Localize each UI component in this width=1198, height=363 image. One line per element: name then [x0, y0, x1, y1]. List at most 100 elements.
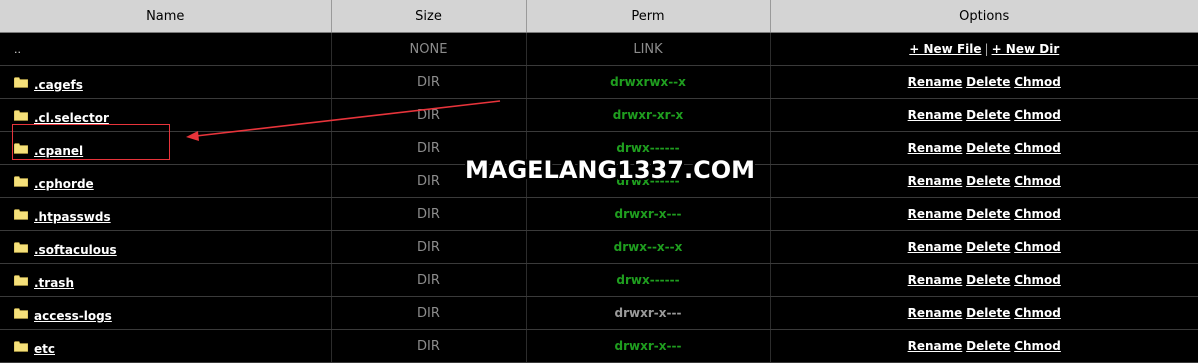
- perm-value[interactable]: drwxrwx--x: [610, 75, 686, 89]
- file-name-link[interactable]: access-logs: [34, 309, 112, 323]
- parent-dir-row: .. NONE LINK + New File | + New Dir: [0, 32, 1198, 66]
- options-cell: Rename Delete Chmod: [770, 131, 1198, 165]
- delete-link[interactable]: Delete: [966, 108, 1010, 122]
- rename-link[interactable]: Rename: [908, 174, 963, 188]
- table-row: .htpasswds DIR drwxr-x--- Rename Delete Chm…: [0, 197, 1198, 231]
- name-cell: .cagefs: [0, 65, 332, 99]
- folder-icon: [13, 275, 29, 286]
- file-name-link[interactable]: .cpanel: [34, 144, 83, 158]
- header-options: Options: [770, 0, 1198, 33]
- chmod-link[interactable]: Chmod: [1014, 108, 1061, 122]
- options-cell: Rename Delete Chmod: [770, 329, 1198, 363]
- file-name-link[interactable]: .trash: [34, 276, 74, 290]
- perm-value[interactable]: drwxr-x---: [615, 207, 682, 221]
- perm-value[interactable]: drwx--x--x: [614, 240, 683, 254]
- header-name[interactable]: Name: [0, 0, 332, 33]
- delete-link[interactable]: Delete: [966, 273, 1010, 287]
- name-cell: .htpasswds: [0, 197, 332, 231]
- options-cell: Rename Delete Chmod: [770, 197, 1198, 231]
- perm-value[interactable]: drwxr-x---: [615, 339, 682, 353]
- options-cell: Rename Delete Chmod: [770, 98, 1198, 132]
- chmod-link[interactable]: Chmod: [1014, 75, 1061, 89]
- name-cell: etc: [0, 329, 332, 363]
- rename-link[interactable]: Rename: [908, 108, 963, 122]
- delete-link[interactable]: Delete: [966, 240, 1010, 254]
- folder-icon: [13, 176, 29, 187]
- perm-cell: drwxr-x---: [526, 329, 771, 363]
- chmod-link[interactable]: Chmod: [1014, 174, 1061, 188]
- perm-value[interactable]: drwx------: [616, 141, 679, 155]
- table-header-row: Name Size Perm Options: [0, 0, 1198, 33]
- folder-icon: [13, 110, 29, 121]
- size-cell: DIR: [331, 98, 527, 132]
- rename-link[interactable]: Rename: [908, 273, 963, 287]
- file-name-link[interactable]: etc: [34, 342, 55, 356]
- delete-link[interactable]: Delete: [966, 207, 1010, 221]
- options-cell: Rename Delete Chmod: [770, 65, 1198, 99]
- options-cell: Rename Delete Chmod: [770, 263, 1198, 297]
- rename-link[interactable]: Rename: [908, 306, 963, 320]
- chmod-link[interactable]: Chmod: [1014, 306, 1061, 320]
- rename-link[interactable]: Rename: [908, 141, 963, 155]
- name-cell: .cl.selector: [0, 98, 332, 132]
- delete-link[interactable]: Delete: [966, 339, 1010, 353]
- size-cell: DIR: [331, 197, 527, 231]
- folder-icon: [13, 308, 29, 319]
- delete-link[interactable]: Delete: [966, 75, 1010, 89]
- name-cell: .cphorde: [0, 164, 332, 198]
- options-cell: Rename Delete Chmod: [770, 296, 1198, 330]
- header-perm[interactable]: Perm: [526, 0, 771, 33]
- table-row: access-logs DIR drwxr-x--- Rename Delete Ch…: [0, 296, 1198, 330]
- perm-cell: drwx--x--x: [526, 230, 771, 264]
- size-cell: DIR: [331, 263, 527, 297]
- delete-link[interactable]: Delete: [966, 174, 1010, 188]
- name-cell: .cpanel: [0, 131, 332, 165]
- folder-icon: [13, 341, 29, 352]
- chmod-link[interactable]: Chmod: [1014, 273, 1061, 287]
- rename-link[interactable]: Rename: [908, 75, 963, 89]
- rename-link[interactable]: Rename: [908, 207, 963, 221]
- perm-value[interactable]: drwx------: [616, 273, 679, 287]
- perm-value[interactable]: drwxr-x---: [615, 306, 682, 320]
- chmod-link[interactable]: Chmod: [1014, 141, 1061, 155]
- parent-dir-cell[interactable]: ..: [0, 32, 332, 66]
- perm-cell: LINK: [526, 32, 771, 66]
- perm-cell: drwxr-xr-x: [526, 98, 771, 132]
- table-row: .trash DIR drwx------ Rename Delete Chmod: [0, 263, 1198, 297]
- folder-icon: [13, 143, 29, 154]
- header-size[interactable]: Size: [331, 0, 527, 33]
- chmod-link[interactable]: Chmod: [1014, 240, 1061, 254]
- perm-value[interactable]: drwxr-xr-x: [613, 108, 684, 122]
- size-cell: DIR: [331, 65, 527, 99]
- size-cell: DIR: [331, 329, 527, 363]
- perm-cell: drwxr-x---: [526, 296, 771, 330]
- size-cell: NONE: [331, 32, 527, 66]
- name-cell: access-logs: [0, 296, 332, 330]
- new-dir-link[interactable]: + New Dir: [992, 42, 1060, 56]
- size-cell: DIR: [331, 296, 527, 330]
- file-name-link[interactable]: .cphorde: [34, 177, 94, 191]
- file-name-link[interactable]: .softaculous: [34, 243, 117, 257]
- delete-link[interactable]: Delete: [966, 141, 1010, 155]
- options-cell: + New File | + New Dir: [770, 32, 1198, 66]
- rename-link[interactable]: Rename: [908, 339, 963, 353]
- parent-dir-link[interactable]: ..: [14, 43, 21, 56]
- chmod-link[interactable]: Chmod: [1014, 339, 1061, 353]
- rename-link[interactable]: Rename: [908, 240, 963, 254]
- file-name-link[interactable]: .htpasswds: [34, 210, 111, 224]
- folder-icon: [13, 209, 29, 220]
- name-cell: .softaculous: [0, 230, 332, 264]
- perm-cell: drwxrwx--x: [526, 65, 771, 99]
- folder-icon: [13, 242, 29, 253]
- options-cell: Rename Delete Chmod: [770, 164, 1198, 198]
- table-row: etc DIR drwxr-x--- Rename Delete Chmod: [0, 329, 1198, 363]
- table-row: .cagefs DIR drwxrwx--x Rename Delete Chmod: [0, 65, 1198, 99]
- separator: |: [984, 42, 989, 56]
- perm-cell: drwx------: [526, 263, 771, 297]
- perm-cell: drwxr-x---: [526, 197, 771, 231]
- file-name-link[interactable]: .cagefs: [34, 78, 83, 92]
- chmod-link[interactable]: Chmod: [1014, 207, 1061, 221]
- delete-link[interactable]: Delete: [966, 306, 1010, 320]
- new-file-link[interactable]: + New File: [909, 42, 981, 56]
- file-name-link[interactable]: .cl.selector: [34, 111, 109, 125]
